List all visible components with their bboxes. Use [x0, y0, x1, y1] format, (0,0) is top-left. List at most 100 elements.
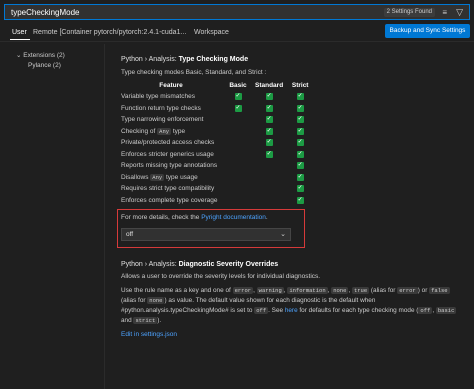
tree-item-pylance[interactable]: Pylance (2) — [28, 62, 61, 69]
basic-cell — [223, 160, 253, 172]
feature-cell: Reports missing type annotations — [121, 162, 218, 170]
basic-cell — [223, 195, 253, 207]
feature-cell: Type narrowing enforcement — [121, 116, 204, 124]
code-information: information — [287, 287, 328, 294]
feature-code: Any — [150, 173, 165, 181]
table-row: Enforces stricter generics usage ✓ ✓ — [119, 149, 315, 161]
standard-cell: ✓ — [253, 114, 285, 126]
strict-cell: ✓ — [285, 160, 315, 172]
tab-user[interactable]: User — [12, 29, 27, 36]
checkmark-icon: ✓ — [265, 93, 273, 101]
funnel-icon[interactable]: ▽ — [456, 7, 463, 18]
edit-in-settings-json-link[interactable]: Edit in settings.json — [121, 331, 177, 338]
setting-name: Diagnostic Severity Overrides — [178, 261, 279, 268]
tab-workspace[interactable]: Workspace — [194, 29, 229, 36]
setting-prefix: Python › Analysis: — [121, 56, 179, 63]
code-warning: warning — [256, 287, 284, 294]
strict-cell: ✓ — [285, 126, 315, 138]
desc-text: Use the rule name as a key and one of — [121, 287, 233, 294]
checkmark-icon: ✓ — [234, 104, 242, 112]
table-row: Private/protected access checks ✓ ✓ — [119, 137, 315, 149]
header-basic: Basic — [229, 82, 247, 89]
table-row: Function return type checks ✓ ✓ ✓ — [119, 103, 315, 115]
strict-cell: ✓ — [285, 91, 315, 103]
checkmark-icon: ✓ — [296, 104, 304, 112]
standard-cell — [253, 183, 285, 195]
tab-remote[interactable]: Remote [Container pytorch/pytorch:2.4.1-… — [33, 29, 186, 36]
standard-cell: ✓ — [253, 149, 285, 161]
header-standard: Standard — [255, 82, 284, 89]
desc-text: ). — [157, 317, 162, 324]
setting-description: Allows a user to override the severity l… — [121, 273, 321, 280]
tree-item-extensions[interactable]: ⌄ Extensions (2) — [16, 51, 65, 59]
desc-text: (alias for — [369, 287, 398, 294]
desc-text: and — [121, 317, 134, 324]
checkmark-icon: ✓ — [265, 127, 273, 135]
setting-prefix: Python › Analysis: — [121, 261, 179, 268]
desc-text: . See — [268, 307, 285, 314]
code-none: none — [331, 287, 349, 294]
desc-text: for defaults for each type checking mode… — [297, 307, 419, 314]
details-text: For more details, check the Pyright docu… — [121, 214, 268, 221]
table-row: Disallows Any type usage ✓ — [119, 172, 315, 184]
table-row: Type narrowing enforcement ✓ ✓ — [119, 114, 315, 126]
table-row: Requires strict type compatibility ✓ — [119, 183, 315, 195]
feature-text: type — [171, 127, 186, 135]
feature-cell: Disallows Any type usage — [119, 172, 223, 184]
checkmark-icon: ✓ — [296, 127, 304, 135]
basic-cell — [223, 137, 253, 149]
setting-title-diagnostic-overrides: Python › Analysis: Diagnostic Severity O… — [121, 261, 278, 268]
active-tab-indicator — [10, 39, 30, 40]
details-prefix: For more details, check the — [121, 214, 202, 221]
checkmark-icon: ✓ — [296, 116, 304, 124]
settings-search-input[interactable]: typeCheckingMode 2 Settings Found ≡ ▽ — [4, 4, 470, 20]
checkmark-icon: ✓ — [296, 93, 304, 101]
search-query-text[interactable]: typeCheckingMode — [11, 8, 79, 17]
standard-cell: ✓ — [253, 126, 285, 138]
backup-and-sync-button[interactable]: Backup and Sync Settings — [385, 24, 470, 38]
type-checking-mode-select[interactable]: off ⌄ — [121, 228, 291, 241]
setting-title-type-checking-mode: Python › Analysis: Type Checking Mode — [121, 56, 248, 63]
checkmark-icon: ✓ — [296, 162, 304, 170]
checkmark-icon: ✓ — [296, 139, 304, 147]
feature-text: Checking of — [121, 127, 158, 135]
pyright-docs-link[interactable]: Pyright documentation — [201, 214, 266, 221]
desc-text: (alias for — [121, 297, 148, 304]
list-filter-lines-icon[interactable]: ≡ — [442, 8, 447, 17]
checkmark-icon: ✓ — [296, 173, 304, 181]
feature-code: Any — [157, 127, 172, 135]
code-off: off — [418, 307, 433, 314]
setting-description: Type checking modes Basic, Standard, and… — [121, 69, 267, 76]
basic-cell: ✓ — [223, 103, 253, 115]
select-value: off — [126, 231, 134, 238]
code-none: none — [147, 297, 165, 304]
basic-cell — [223, 183, 253, 195]
standard-cell — [253, 195, 285, 207]
strict-cell: ✓ — [285, 172, 315, 184]
standard-cell — [253, 160, 285, 172]
table-row: Checking of Any type ✓ ✓ — [119, 126, 315, 138]
standard-cell — [253, 172, 285, 184]
strict-cell: ✓ — [285, 103, 315, 115]
basic-cell — [223, 149, 253, 161]
details-suffix: . — [265, 214, 268, 221]
tree-item-label: Extensions (2) — [23, 52, 65, 59]
content-divider — [104, 44, 105, 389]
chevron-down-icon: ⌄ — [280, 231, 286, 238]
feature-cell: Requires strict type compatibility — [121, 185, 215, 193]
code-basic: basic — [435, 307, 457, 314]
defaults-here-link[interactable]: here — [285, 307, 298, 314]
code-false: false — [429, 287, 450, 294]
table-row: Reports missing type annotations ✓ — [119, 160, 315, 172]
feature-cell: Enforces complete type coverage — [121, 196, 218, 204]
standard-cell: ✓ — [253, 137, 285, 149]
checkmark-icon: ✓ — [265, 116, 273, 124]
feature-cell: Checking of Any type — [119, 126, 223, 138]
strict-cell: ✓ — [285, 195, 315, 207]
feature-text: Disallows — [121, 173, 151, 181]
basic-cell — [223, 114, 253, 126]
checkmark-icon: ✓ — [265, 104, 273, 112]
code-true: true — [351, 287, 370, 294]
strict-cell: ✓ — [285, 183, 315, 195]
setting-long-description: Use the rule name as a key and one of er… — [121, 286, 461, 326]
